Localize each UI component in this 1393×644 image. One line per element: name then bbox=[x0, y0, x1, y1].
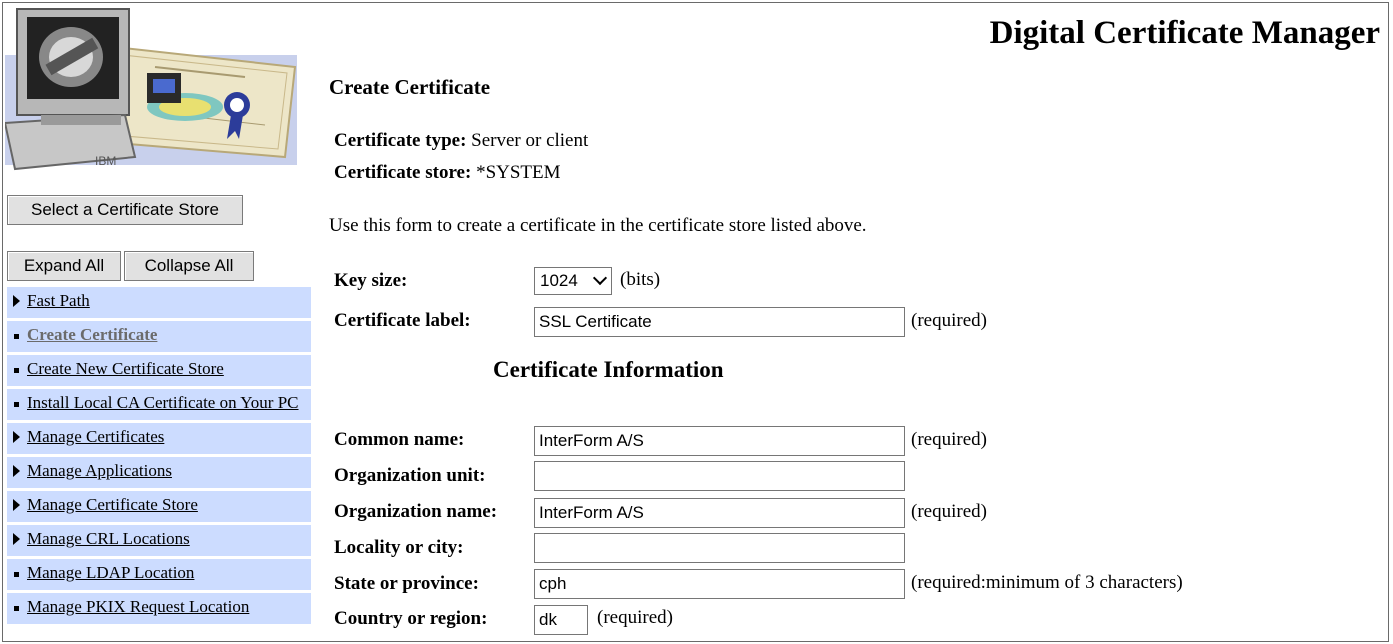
sidebar: IBM Select a Certificate Store Expand Al… bbox=[3, 3, 313, 641]
main-content: Create Certificate Certificate type: Ser… bbox=[315, 67, 1387, 641]
certificate-label-input[interactable]: SSL Certificate bbox=[534, 307, 905, 337]
organization-name-required: (required) bbox=[911, 501, 987, 522]
bullet-square-icon bbox=[14, 402, 19, 407]
certificate-store-label: Certificate store: bbox=[334, 162, 472, 183]
certificate-computer-logo: IBM bbox=[5, 8, 297, 171]
sidebar-item-fast-path[interactable]: Fast Path bbox=[7, 287, 311, 318]
chevron-down-icon bbox=[592, 270, 608, 286]
sidebar-item-label[interactable]: Create New Certificate Store bbox=[27, 359, 224, 378]
sidebar-item-manage-pkix-request-location[interactable]: Manage PKIX Request Location bbox=[7, 593, 311, 624]
organization-name-label: Organization name: bbox=[334, 501, 498, 522]
certificate-store-value: *SYSTEM bbox=[476, 162, 561, 183]
sidebar-item-label[interactable]: Install Local CA Certificate on Your PC bbox=[27, 393, 299, 412]
organization-name-input[interactable]: InterForm A/S bbox=[534, 498, 905, 528]
sidebar-item-label[interactable]: Manage Certificates bbox=[27, 427, 164, 446]
locality-input[interactable] bbox=[534, 533, 905, 563]
certificate-type-value: Server or client bbox=[471, 130, 589, 151]
key-size-selected-value: 1024 bbox=[540, 271, 578, 290]
bullet-square-icon bbox=[14, 572, 19, 577]
organization-unit-label: Organization unit: bbox=[334, 465, 486, 486]
sidebar-nav: Fast Path Create Certificate Create New … bbox=[7, 287, 311, 627]
organization-unit-input[interactable] bbox=[534, 461, 905, 491]
sidebar-item-install-local-ca[interactable]: Install Local CA Certificate on Your PC bbox=[7, 389, 311, 420]
bullet-square-icon bbox=[14, 368, 19, 373]
sidebar-item-label[interactable]: Create Certificate bbox=[27, 325, 157, 344]
key-size-unit: (bits) bbox=[620, 269, 661, 290]
common-name-required: (required) bbox=[911, 429, 987, 450]
bullet-square-icon bbox=[14, 334, 19, 339]
certificate-type-line: Certificate type: Server or client bbox=[334, 130, 588, 152]
sidebar-item-manage-crl-locations[interactable]: Manage CRL Locations bbox=[7, 525, 311, 556]
sidebar-item-manage-ldap-location[interactable]: Manage LDAP Location bbox=[7, 559, 311, 590]
country-label: Country or region: bbox=[334, 608, 488, 629]
sidebar-item-manage-certificate-store[interactable]: Manage Certificate Store bbox=[7, 491, 311, 522]
state-required: (required:minimum of 3 characters) bbox=[911, 572, 1183, 593]
select-certificate-store-button[interactable]: Select a Certificate Store bbox=[7, 195, 243, 225]
bullet-square-icon bbox=[14, 606, 19, 611]
locality-label: Locality or city: bbox=[334, 537, 464, 558]
key-size-select[interactable]: 1024 bbox=[534, 267, 612, 295]
app-title: Digital Certificate Manager bbox=[989, 15, 1380, 51]
common-name-label: Common name: bbox=[334, 429, 465, 450]
expand-triangle-icon bbox=[13, 295, 20, 307]
certificate-label-required: (required) bbox=[911, 310, 987, 331]
state-input[interactable]: cph bbox=[534, 569, 905, 599]
expand-triangle-icon bbox=[13, 465, 20, 477]
sidebar-item-create-new-certificate-store[interactable]: Create New Certificate Store bbox=[7, 355, 311, 386]
app-window: Digital Certificate Manager IBM Select a… bbox=[2, 2, 1389, 642]
certificate-type-label: Certificate type: bbox=[334, 130, 467, 151]
key-size-label: Key size: bbox=[334, 270, 408, 291]
form-description: Use this form to create a certificate in… bbox=[329, 215, 867, 236]
sidebar-item-label[interactable]: Manage PKIX Request Location bbox=[27, 597, 249, 616]
expand-all-button[interactable]: Expand All bbox=[7, 251, 121, 281]
page-title: Create Certificate bbox=[329, 75, 491, 99]
state-label: State or province: bbox=[334, 573, 479, 594]
sidebar-item-manage-applications[interactable]: Manage Applications bbox=[7, 457, 311, 488]
certificate-store-line: Certificate store: *SYSTEM bbox=[334, 162, 561, 184]
sidebar-item-label[interactable]: Manage CRL Locations bbox=[27, 529, 190, 548]
expand-triangle-icon bbox=[13, 499, 20, 511]
expand-triangle-icon bbox=[13, 431, 20, 443]
country-required: (required) bbox=[597, 607, 673, 628]
country-input[interactable]: dk bbox=[534, 605, 588, 635]
sidebar-item-create-certificate[interactable]: Create Certificate bbox=[7, 321, 311, 352]
sidebar-item-label[interactable]: Manage LDAP Location bbox=[27, 563, 194, 582]
certificate-information-heading: Certificate Information bbox=[493, 357, 724, 382]
sidebar-item-label[interactable]: Manage Applications bbox=[27, 461, 172, 480]
sidebar-item-label[interactable]: Manage Certificate Store bbox=[27, 495, 198, 514]
expand-triangle-icon bbox=[13, 533, 20, 545]
sidebar-item-label[interactable]: Fast Path bbox=[27, 291, 90, 310]
sidebar-item-manage-certificates[interactable]: Manage Certificates bbox=[7, 423, 311, 454]
svg-text:IBM: IBM bbox=[95, 154, 116, 168]
common-name-input[interactable]: InterForm A/S bbox=[534, 426, 905, 456]
certificate-label-label: Certificate label: bbox=[334, 310, 471, 331]
collapse-all-button[interactable]: Collapse All bbox=[124, 251, 254, 281]
